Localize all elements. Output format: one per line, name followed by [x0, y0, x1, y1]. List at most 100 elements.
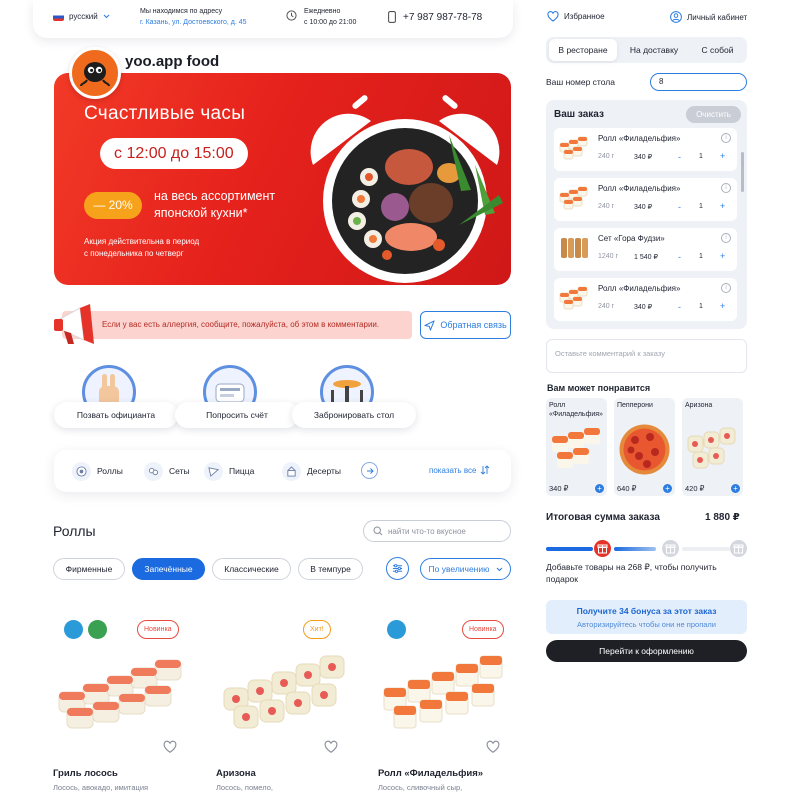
category-desserts[interactable]: Десерты — [282, 461, 341, 481]
fish-icon — [64, 620, 83, 639]
bonus-login-link[interactable]: Авторизируйтесь чтобы они не пропали — [546, 620, 747, 629]
section-title: Роллы — [53, 523, 96, 539]
sort-value: По увеличению — [428, 564, 490, 574]
filter-chip-baked[interactable]: Запечённые — [132, 558, 205, 580]
product-name: Ролл «Филадельфия» — [378, 768, 484, 779]
heart-icon[interactable] — [163, 740, 177, 754]
gift-progress-text: Добавьте товары на 268 ₽, чтобы получить… — [546, 561, 717, 585]
order-type-tabs: В ресторане На доставку С собой — [546, 37, 747, 63]
roll-icon — [72, 461, 91, 481]
product-image — [58, 659, 182, 729]
product-card[interactable]: Новинка Гриль лосось Лосось, авокадо, им… — [53, 608, 203, 800]
category-rolls-label: Роллы — [97, 466, 123, 476]
request-bill-card[interactable]: Попросить счёт — [175, 365, 299, 428]
address-link[interactable]: г. Казань, ул. Достоевского, д. 45 — [140, 17, 247, 28]
add-recommendation-button[interactable]: + — [663, 484, 672, 493]
banner-time: с 12:00 до 15:00 — [100, 138, 248, 169]
brand-logo[interactable] — [69, 47, 121, 99]
user-icon — [670, 11, 682, 23]
category-rolls[interactable]: Роллы — [72, 461, 123, 481]
account-link[interactable]: Личный кабинет — [670, 11, 747, 23]
table-number-input[interactable]: 8 — [650, 73, 747, 91]
gift-progress-text-line2: подарок — [546, 574, 579, 584]
recommendations-title: Вам может понравится — [547, 383, 651, 393]
order-item: Ролл «Филадельфия» i 240 г 340 ₽ - 1 + — [554, 178, 737, 221]
increase-quantity-button[interactable]: + — [720, 201, 725, 211]
promo-banner[interactable]: Счастливые часы с 12:00 до 15:00 — 20% н… — [54, 73, 511, 285]
order-item-price: 340 ₽ — [634, 204, 653, 211]
decrease-quantity-button[interactable]: - — [678, 152, 681, 162]
show-all-link[interactable]: показать все — [429, 465, 490, 475]
category-pizza-label: Пицца — [229, 466, 255, 476]
top-bar: русский Мы находимся по адресу г. Казань… — [33, 0, 513, 38]
banner-note: Акция действительна в период с понедельн… — [84, 236, 199, 260]
recommendation-card[interactable]: Пепперони 640 ₽ + — [614, 398, 675, 496]
bonus-banner[interactable]: Получите 34 бонуса за этот заказ Авториз… — [546, 600, 747, 634]
search-input[interactable]: найти что-то вкусное — [363, 520, 511, 542]
decrease-quantity-button[interactable]: - — [678, 252, 681, 262]
sort-select[interactable]: По увеличению — [420, 558, 511, 580]
increase-quantity-button[interactable]: + — [720, 151, 725, 161]
favorites-link[interactable]: Избранное — [547, 11, 605, 22]
banner-range: на весь ассортимент японской кухни* — [154, 188, 275, 222]
info-icon[interactable]: i — [721, 283, 731, 293]
bonus-title: Получите 34 бонуса за этот заказ — [576, 606, 717, 616]
recommendation-card[interactable]: Ролл «Филадельфия» 340 ₽ + — [546, 398, 607, 496]
recommendation-price: 340 ₽ — [549, 484, 569, 493]
increase-quantity-button[interactable]: + — [720, 251, 725, 261]
order-comment-field[interactable]: Оставьте комментарий к заказу — [546, 339, 747, 373]
category-pizza[interactable]: Пицца — [204, 461, 254, 481]
clear-order-button[interactable]: Очистить — [686, 106, 741, 123]
order-scrollbar[interactable] — [741, 152, 744, 192]
call-waiter-card[interactable]: Позвать официанта — [54, 365, 178, 428]
order-title: Ваш заказ — [554, 109, 604, 120]
language-selector[interactable]: русский — [53, 12, 110, 21]
recommendation-name-line1: Ролл — [549, 402, 566, 409]
order-item-price: 1 540 ₽ — [634, 254, 658, 261]
filter-chip-tempura[interactable]: В темпуре — [298, 558, 363, 580]
hours-value: с 10:00 до 21:00 — [304, 19, 357, 26]
info-icon[interactable]: i — [721, 133, 731, 143]
order-item: Сет «Гора Фудзи» i 1240 г 1 540 ₽ - 1 + — [554, 228, 737, 271]
checkout-button[interactable]: Перейти к оформлению — [546, 640, 747, 662]
increase-quantity-button[interactable]: + — [720, 301, 725, 311]
heart-icon[interactable] — [486, 740, 500, 754]
set-icon — [144, 461, 163, 481]
banner-note-line1: Акция действительна в период — [84, 237, 200, 246]
account-label: Личный кабинет — [687, 12, 748, 22]
product-card[interactable]: Хит! Аризона Лосось, помело, — [216, 608, 366, 800]
book-table-card[interactable]: Забронировать стол — [292, 365, 416, 428]
info-icon[interactable]: i — [721, 233, 731, 243]
tab-delivery[interactable]: На доставку — [619, 39, 689, 61]
address-block: Мы находимся по адресу г. Казань, ул. До… — [140, 6, 247, 28]
recommendation-image — [687, 427, 736, 469]
recommendation-image — [552, 428, 600, 468]
order-item-weight: 240 г — [598, 203, 615, 210]
request-bill-label: Попросить счёт — [175, 402, 299, 428]
tab-in-restaurant[interactable]: В ресторане — [549, 39, 617, 61]
phone-link[interactable]: +7 987 987-78-78 — [388, 11, 482, 23]
recommendation-card[interactable]: Аризона 420 ₽ + — [682, 398, 743, 496]
category-sets-label: Сеты — [169, 466, 190, 476]
heart-icon[interactable] — [324, 740, 338, 754]
language-label: русский — [69, 12, 98, 21]
flag-russia-icon — [53, 12, 64, 21]
arrow-right-icon[interactable] — [361, 462, 378, 479]
product-name: Аризона — [216, 768, 256, 779]
megaphone-icon — [54, 304, 94, 344]
add-recommendation-button[interactable]: + — [731, 484, 740, 493]
product-badge: Новинка — [137, 620, 179, 639]
decrease-quantity-button[interactable]: - — [678, 302, 681, 312]
category-sets[interactable]: Сеты — [144, 461, 190, 481]
show-all-label: показать все — [429, 465, 477, 475]
filter-button[interactable] — [386, 557, 409, 580]
add-recommendation-button[interactable]: + — [595, 484, 604, 493]
filter-chip-classic[interactable]: Классические — [212, 558, 291, 580]
product-card[interactable]: Новинка Ролл «Филадельфия» Лосось, сливо… — [378, 608, 528, 800]
tab-takeaway[interactable]: С собой — [691, 39, 744, 61]
info-icon[interactable]: i — [721, 183, 731, 193]
sort-icon — [481, 465, 490, 475]
filter-chip-signature[interactable]: Фирменные — [53, 558, 125, 580]
feedback-button[interactable]: Обратная связь — [420, 311, 511, 339]
decrease-quantity-button[interactable]: - — [678, 202, 681, 212]
